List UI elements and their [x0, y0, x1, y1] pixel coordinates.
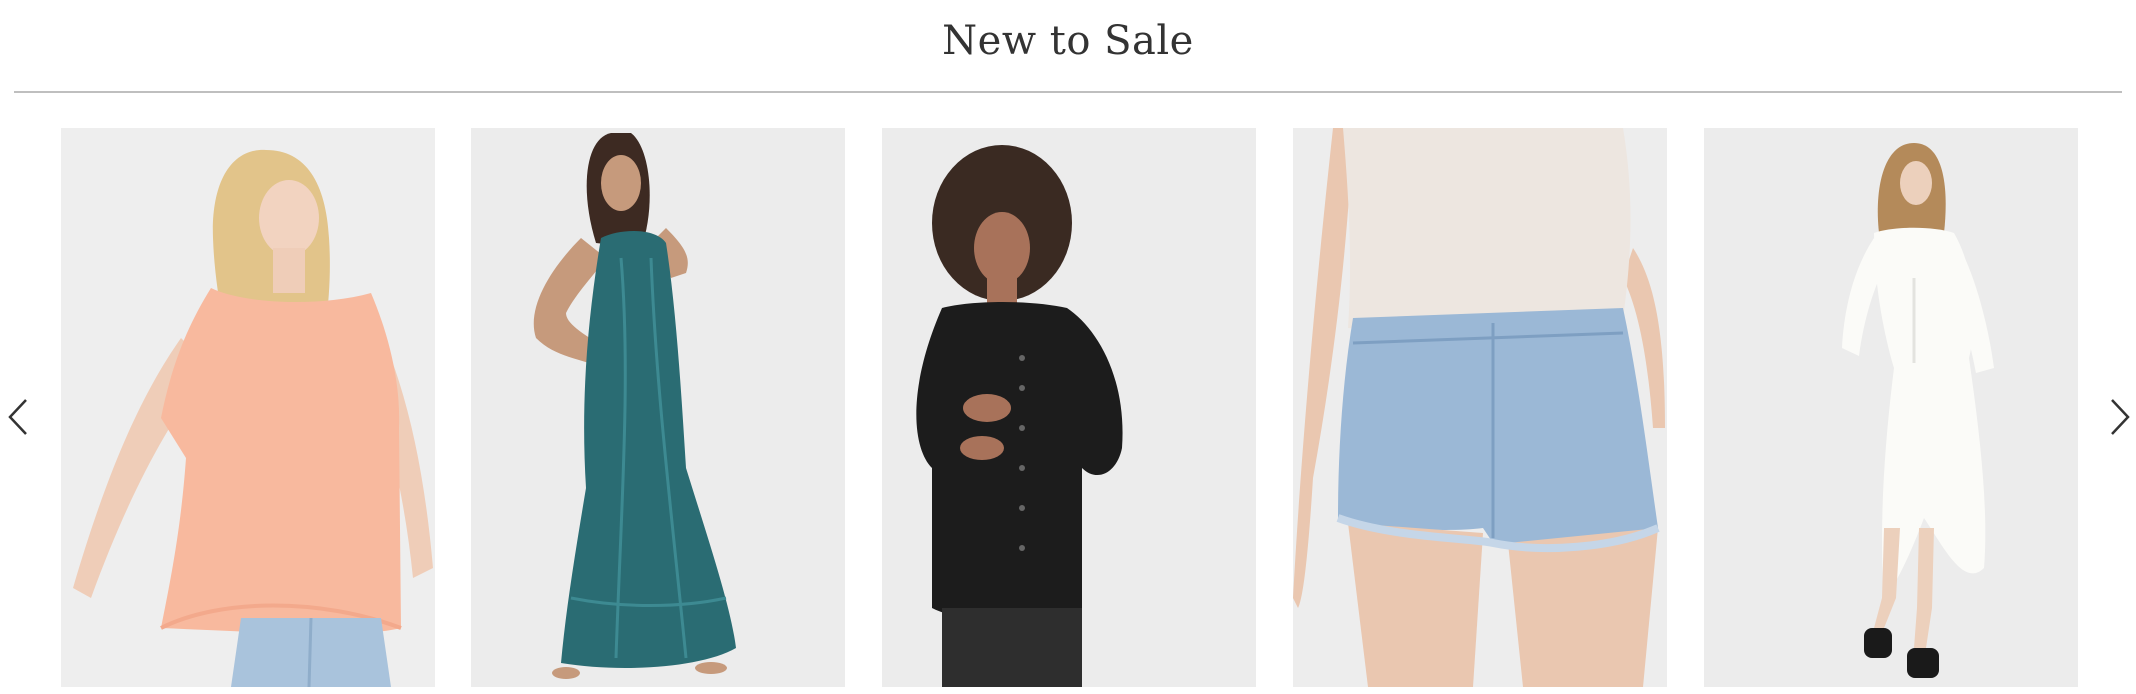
product-card-5[interactable]	[1704, 128, 2078, 687]
product-card-1[interactable]	[61, 128, 435, 687]
chevron-right-icon	[2111, 399, 2130, 435]
white-corset-dress-image	[1704, 128, 2078, 687]
carousel-next-button[interactable]	[2102, 392, 2136, 442]
teal-lace-maxi-dress-image	[471, 128, 845, 687]
product-card-3[interactable]	[882, 128, 1256, 687]
denim-cutoff-shorts-image	[1293, 128, 1667, 687]
new-to-sale-section: New to Sale	[0, 0, 2136, 694]
carousel-prev-button[interactable]	[0, 392, 36, 442]
product-card-4[interactable]	[1293, 128, 1667, 687]
chevron-left-icon	[8, 399, 27, 435]
title-divider	[14, 91, 2122, 93]
product-card-2[interactable]	[471, 128, 845, 687]
section-title: New to Sale	[942, 18, 1194, 64]
peach-flutter-sleeve-tee-image	[61, 128, 435, 687]
product-carousel	[61, 128, 2078, 687]
black-button-tunic-image	[882, 128, 1256, 687]
